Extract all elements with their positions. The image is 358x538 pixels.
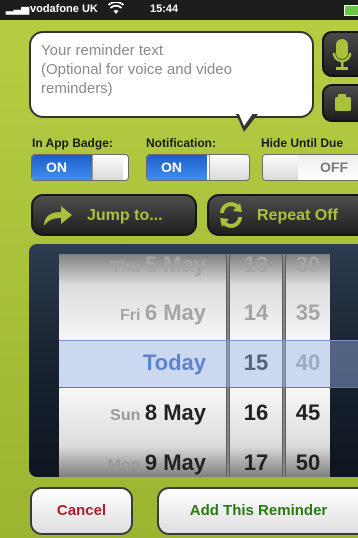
- reminder-placeholder: Your reminder text (Optional for voice a…: [41, 42, 232, 97]
- signal-strength-icon: ▂▃▅: [6, 4, 30, 15]
- in-app-badge-state: ON: [32, 155, 92, 180]
- date-row: Mon 9 May: [107, 450, 206, 475]
- hour-row: 13: [243, 254, 269, 277]
- hide-until-due-label: Hide Until Due: [261, 136, 344, 150]
- notification-state: ON: [147, 155, 207, 180]
- microphone-icon: [332, 39, 352, 70]
- status-bar: ▂▃▅ vodafone UK 15:44: [0, 0, 358, 20]
- wifi-icon: [107, 1, 125, 19]
- video-camera-icon: [335, 94, 351, 111]
- switch-knob: [92, 155, 123, 180]
- hide-until-due-switch[interactable]: OFF: [262, 154, 358, 181]
- repeat-icon: [220, 202, 242, 228]
- battery-icon: [344, 5, 358, 16]
- picker-selection-bar: [59, 340, 358, 388]
- hour-row: 16: [243, 400, 269, 425]
- in-app-badge-label: In App Badge:: [32, 136, 113, 150]
- date-row: Thu 5 May: [111, 254, 206, 277]
- notification-switch[interactable]: ON: [146, 154, 250, 181]
- minute-row: 35: [295, 300, 321, 325]
- clock: 15:44: [150, 3, 179, 15]
- in-app-badge-switch[interactable]: ON: [31, 154, 129, 181]
- minute-row: 30: [295, 254, 321, 277]
- minute-row: 50: [295, 450, 321, 475]
- voice-reminder-button[interactable]: [322, 31, 358, 77]
- date-row: Sun 8 May: [110, 400, 206, 425]
- video-reminder-button[interactable]: [322, 84, 358, 122]
- repeat-label: Repeat Off: [257, 207, 338, 224]
- cancel-button[interactable]: Cancel: [30, 487, 133, 535]
- notification-label: Notification:: [146, 136, 216, 150]
- repeat-button[interactable]: Repeat Off: [207, 194, 358, 236]
- minute-row: 45: [295, 400, 321, 425]
- hour-row: 14: [243, 300, 269, 325]
- reminder-text-input[interactable]: Your reminder text (Optional for voice a…: [29, 31, 314, 118]
- speech-bubble-tail: [236, 112, 258, 132]
- carrier-name: vodafone UK: [30, 3, 98, 15]
- jump-to-button[interactable]: Jump to...: [31, 194, 197, 236]
- switch-knob: [209, 155, 249, 180]
- switch-knob: [263, 155, 300, 180]
- jump-to-label: Jump to...: [87, 207, 163, 224]
- date-row: Fri 6 May: [119, 300, 206, 325]
- arrow-right-icon: [44, 206, 72, 226]
- hide-until-due-state: OFF: [298, 155, 358, 180]
- hour-row: 17: [243, 450, 269, 475]
- add-reminder-button[interactable]: Add This Reminder: [157, 487, 358, 535]
